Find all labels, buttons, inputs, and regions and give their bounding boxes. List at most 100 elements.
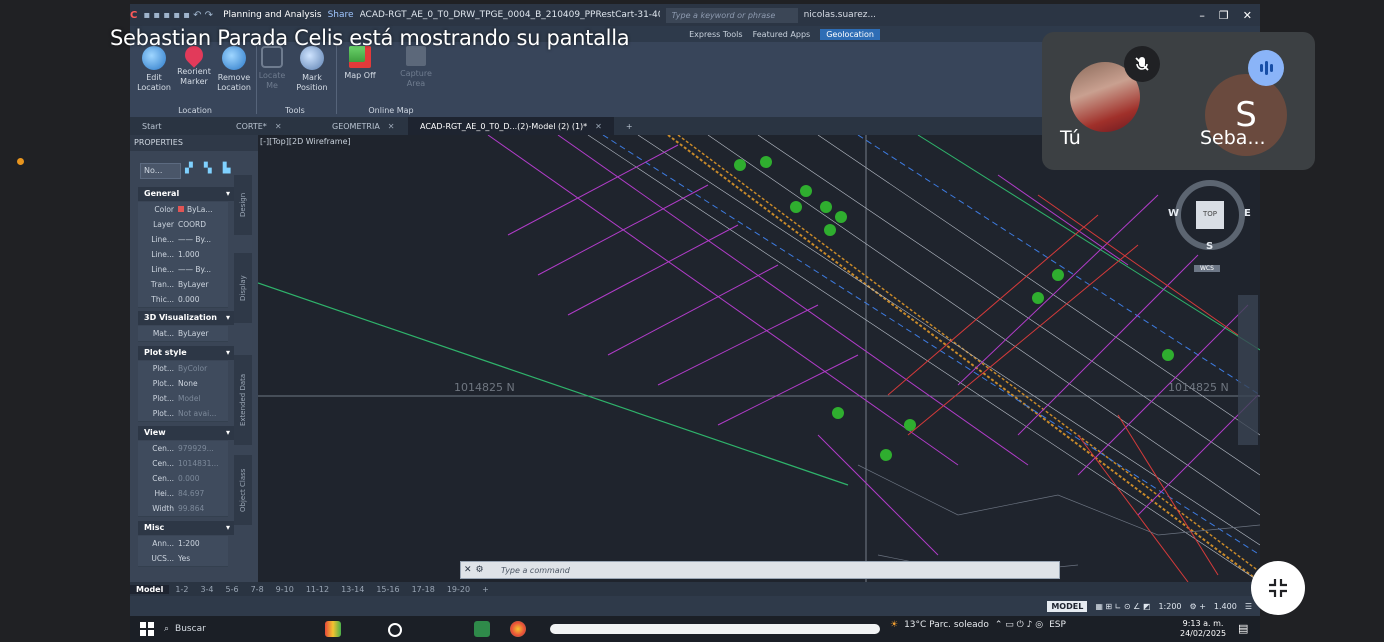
layout-tab[interactable]: 17-18 — [406, 585, 441, 594]
layout-tab[interactable]: 3-4 — [194, 585, 219, 594]
layout-tab-model[interactable]: Model — [130, 584, 170, 594]
layout-tab[interactable]: 19-20 — [441, 585, 476, 594]
close-tab-icon[interactable]: ✕ — [388, 122, 395, 131]
layout-tab[interactable]: 15-16 — [370, 585, 405, 594]
app-icon[interactable] — [474, 621, 490, 637]
layout-tab[interactable]: 5-6 — [220, 585, 245, 594]
close-tab-icon[interactable]: ✕ — [595, 122, 602, 131]
close-icon[interactable]: ✕ — [1243, 9, 1252, 22]
prop-row[interactable]: Cen... 1014831... — [138, 456, 228, 472]
prop-row[interactable]: Plot... Not avai... — [138, 406, 228, 422]
exit-fullscreen-button[interactable] — [1251, 561, 1305, 615]
workspace-selector[interactable]: Planning and Analysis — [223, 10, 322, 20]
help-search-input[interactable]: Type a keyword or phrase — [665, 7, 798, 23]
prop-row[interactable]: Layer COORD — [138, 217, 228, 233]
side-tab-object-class[interactable]: Object Class — [234, 455, 252, 525]
notifications-icon[interactable]: ▤ — [1238, 622, 1248, 635]
layout-tab[interactable]: 1-2 — [169, 585, 194, 594]
prop-row[interactable]: UCS... Yes — [138, 551, 228, 567]
restore-icon[interactable]: ❐ — [1219, 9, 1229, 22]
viewcube[interactable]: TOP W E S WCS — [1168, 175, 1251, 272]
capture-area-button[interactable]: Capture Area — [396, 46, 436, 89]
prop-row[interactable]: Plot... ByColor — [138, 361, 228, 377]
chrome-icon[interactable] — [510, 621, 526, 637]
weather-text[interactable]: 13°C Parc. soleado — [904, 620, 989, 630]
section-3d-visualization[interactable]: 3D Visualization ▾ — [138, 311, 234, 325]
prop-row[interactable]: Color ByLa... — [138, 202, 228, 218]
prop-row[interactable]: Tran... ByLayer — [138, 277, 228, 293]
prop-row[interactable]: Ann... 1:200 — [138, 536, 228, 552]
tab-express-tools[interactable]: Express Tools — [689, 30, 743, 39]
close-tab-icon[interactable]: ✕ — [275, 122, 282, 131]
section-misc[interactable]: Misc ▾ — [138, 521, 234, 535]
grid-icon[interactable]: ▦ ⊞ ∟ ⊙ ∠ ◩ — [1095, 602, 1150, 611]
annotation-scale[interactable]: 1:200 — [1158, 602, 1181, 611]
viewcube-top-face[interactable]: TOP — [1198, 210, 1222, 218]
taskbar-clock[interactable]: 9:13 a. m. 24/02/2025 — [1180, 619, 1226, 639]
prop-row[interactable]: Line... 1.000 — [138, 247, 228, 263]
prop-row[interactable]: Line... —— By... — [138, 232, 228, 248]
map-off-button[interactable]: Map Off — [340, 46, 380, 81]
prop-row[interactable]: Plot... Model — [138, 391, 228, 407]
locate-me-button[interactable]: Locate Me — [252, 46, 292, 91]
section-general[interactable]: General ▾ — [138, 187, 234, 201]
prop-row[interactable]: Plot... None — [138, 376, 228, 392]
prop-row[interactable]: Line... —— By... — [138, 262, 228, 278]
compass-e[interactable]: E — [1244, 208, 1251, 219]
new-tab-button[interactable]: + — [614, 117, 645, 135]
tray-icons[interactable]: ⌃ ▭ ⏻ ♪ ◎ — [995, 620, 1043, 630]
layout-tab[interactable]: 11-12 — [300, 585, 335, 594]
user-account[interactable]: nicolas.suarez... — [804, 10, 876, 20]
layout-tab[interactable]: 7-8 — [245, 585, 270, 594]
taskbar-search[interactable]: ⌕ Buscar — [164, 621, 314, 637]
task-view-icon[interactable] — [388, 623, 402, 637]
edit-location-button[interactable]: Edit Location — [134, 46, 174, 93]
language-indicator[interactable]: ESP — [1049, 620, 1066, 630]
doc-tab-active-model[interactable]: ACAD-RGT_AE_0_T0_D...(2)-Model (2) (1)* ✕ — [408, 117, 614, 135]
minimize-icon[interactable]: – — [1199, 9, 1205, 22]
app-icon[interactable] — [325, 621, 341, 637]
side-tab-display[interactable]: Display — [234, 253, 252, 323]
mark-position-button[interactable]: Mark Position — [292, 46, 332, 93]
prop-row[interactable]: Thic... 0.000 — [138, 292, 228, 308]
prop-row[interactable]: Cen... 979929... — [138, 441, 228, 457]
tab-featured-apps[interactable]: Featured Apps — [753, 30, 811, 39]
wcs-menu[interactable]: WCS — [1194, 265, 1220, 272]
quick-select-icons[interactable]: ▞ ▚ ▙ — [185, 163, 234, 174]
doc-tab-start[interactable]: Start — [130, 117, 224, 135]
section-view[interactable]: View ▾ — [138, 426, 234, 440]
doc-tab-geometria[interactable]: GEOMETRIA ✕ — [320, 117, 408, 135]
section-plot-style[interactable]: Plot style ▾ — [138, 346, 234, 360]
settings-icon[interactable]: ⚙ + — [1190, 602, 1206, 611]
doc-tab-corte[interactable]: CORTE* ✕ — [224, 117, 320, 135]
command-line-buttons[interactable]: ✕ ⚙ — [460, 561, 502, 579]
prop-row[interactable]: Width 99.864 — [138, 501, 228, 517]
add-layout-button[interactable]: + — [476, 585, 495, 594]
share-button[interactable]: Share — [328, 10, 354, 20]
side-tab-extended-data[interactable]: Extended Data — [234, 355, 252, 445]
prop-row[interactable]: Mat... ByLayer — [138, 326, 228, 342]
close-icon[interactable]: ✕ — [464, 565, 472, 575]
drawing-canvas[interactable]: 1014825 N 1014825 N [-][Top][2D Wirefram… — [258, 135, 1260, 582]
start-icon[interactable] — [140, 622, 154, 636]
selection-dropdown[interactable]: No... — [140, 163, 181, 179]
clock-date: 24/02/2025 — [1180, 629, 1227, 638]
wrench-icon[interactable]: ⚙ — [476, 565, 484, 575]
reorient-marker-button[interactable]: Reorient Marker — [174, 42, 214, 87]
side-tab-design[interactable]: Design — [234, 175, 252, 235]
window-controls[interactable]: – ❐ ✕ — [1199, 9, 1252, 22]
prop-row[interactable]: Hei... 84.697 — [138, 486, 228, 502]
zoom-value[interactable]: 1.400 — [1214, 602, 1237, 611]
compass-w[interactable]: W — [1168, 208, 1179, 219]
viewport-label[interactable]: [-][Top][2D Wireframe] — [260, 137, 351, 146]
model-space-toggle[interactable]: MODEL — [1047, 600, 1088, 612]
quick-access-icons[interactable]: ▪ ▪ ▪ ▪ ▪ ↶ ↷ — [143, 10, 213, 21]
command-line-input[interactable]: Type a command — [460, 561, 1060, 579]
layout-tab[interactable]: 9-10 — [270, 585, 300, 594]
prop-row[interactable]: Cen... 0.000 — [138, 471, 228, 487]
remove-location-button[interactable]: Remove Location — [214, 46, 254, 93]
layout-tab[interactable]: 13-14 — [335, 585, 370, 594]
customize-icon[interactable]: ☰ — [1245, 602, 1252, 611]
compass-s[interactable]: S — [1206, 241, 1213, 252]
tab-geolocation[interactable]: Geolocation — [820, 28, 880, 40]
